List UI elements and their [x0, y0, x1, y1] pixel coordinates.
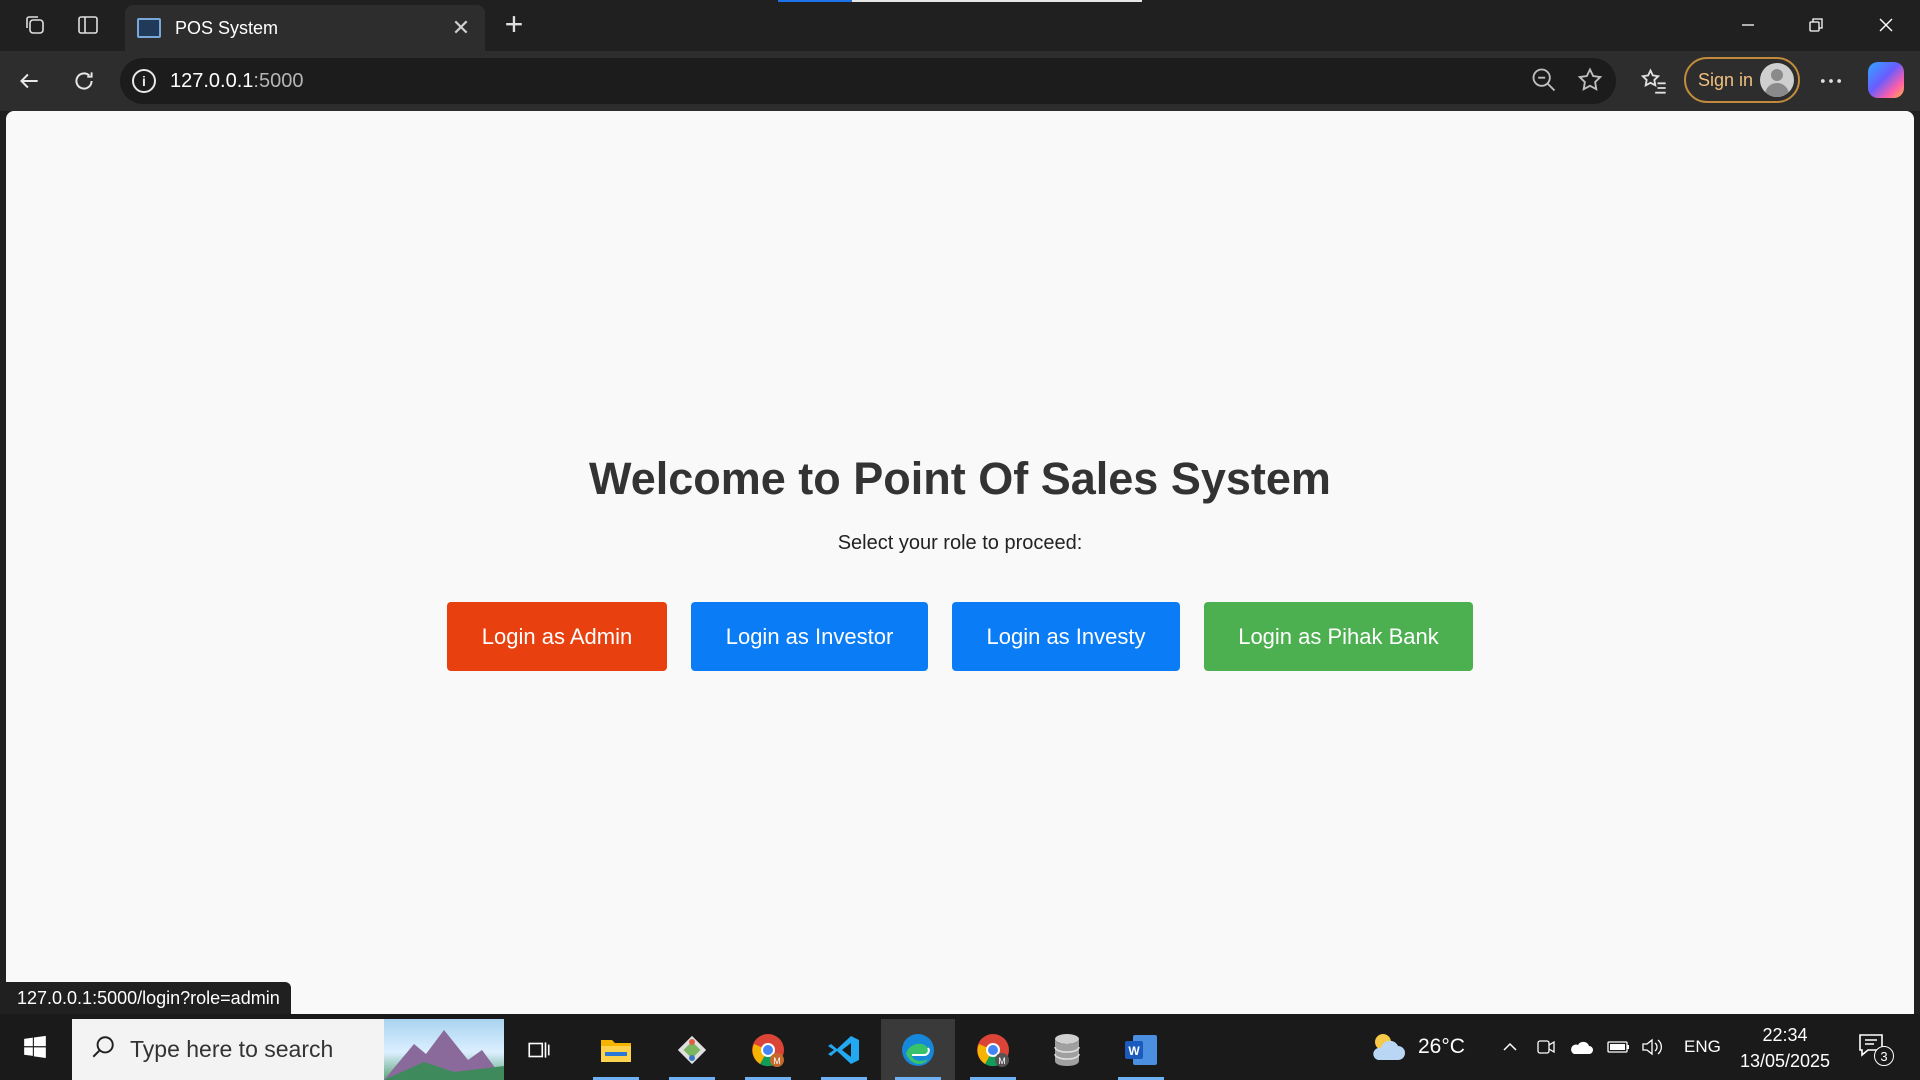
git-icon[interactable] [655, 1019, 729, 1080]
battery-icon[interactable] [1606, 1014, 1632, 1080]
url-host: 127.0.0.1 [170, 69, 254, 92]
svg-text:M: M [773, 1056, 781, 1066]
url-port: :5000 [253, 69, 304, 92]
restore-icon[interactable] [1786, 6, 1846, 44]
login-investy-button[interactable]: Login as Investy [952, 602, 1180, 671]
browser-tab-strip: POS System ✕ + [0, 0, 1920, 51]
minimize-icon[interactable] [1718, 6, 1778, 44]
svg-text:M: M [998, 1056, 1006, 1066]
page-subtitle: Select your role to proceed: [837, 532, 1083, 554]
close-tab-icon[interactable]: ✕ [449, 15, 473, 41]
weather-temperature: 26°C [1418, 1035, 1465, 1058]
close-window-icon[interactable] [1856, 6, 1916, 44]
address-bar[interactable]: i 127.0.0.1:5000 [120, 58, 1616, 104]
input-language[interactable]: ENG [1684, 1014, 1721, 1080]
volume-icon[interactable] [1640, 1014, 1664, 1080]
sign-in-button[interactable]: Sign in [1684, 57, 1800, 103]
edge-icon[interactable] [881, 1019, 955, 1080]
taskbar-search-box[interactable]: Type here to search [72, 1019, 504, 1080]
show-hidden-icons-chevron-icon[interactable] [1500, 1014, 1520, 1080]
svg-text:W: W [1128, 1044, 1140, 1058]
login-admin-button[interactable]: Login as Admin [447, 602, 667, 671]
notification-center-icon[interactable]: 3 [1856, 1030, 1894, 1066]
login-investor-button[interactable]: Login as Investor [691, 602, 928, 671]
vscode-icon[interactable] [807, 1019, 881, 1080]
favorites-list-icon[interactable] [1634, 61, 1674, 101]
search-highlight-scenery-icon [384, 1019, 504, 1080]
meet-now-icon[interactable] [1535, 1014, 1557, 1080]
file-explorer-icon[interactable] [579, 1019, 653, 1080]
site-info-icon[interactable]: i [132, 69, 156, 93]
system-clock[interactable]: 22:34 13/05/2025 [1730, 1022, 1840, 1074]
page-title: Welcome to Point Of Sales System [589, 453, 1331, 504]
back-arrow-icon[interactable] [9, 61, 49, 101]
refresh-icon[interactable] [64, 61, 104, 101]
page-viewport: Welcome to Point Of Sales System Select … [6, 111, 1914, 1014]
weather-cloud-moon-icon [1373, 1034, 1405, 1060]
terminal-favicon-icon [137, 18, 161, 38]
zoom-out-icon[interactable] [1530, 66, 1558, 99]
notification-count-badge: 3 [1874, 1046, 1894, 1066]
clock-time: 22:34 [1762, 1025, 1808, 1045]
new-tab-icon[interactable]: + [496, 6, 532, 43]
link-status-bar: 127.0.0.1:5000/login?role=admin [6, 982, 291, 1014]
chrome-icon[interactable]: M [731, 1019, 805, 1080]
word-icon[interactable]: W [1104, 1019, 1178, 1080]
sign-in-label: Sign in [1698, 69, 1754, 90]
tab-pos-system[interactable]: POS System ✕ [125, 5, 485, 51]
onedrive-cloud-icon[interactable] [1568, 1014, 1594, 1080]
workspaces-icon[interactable] [17, 8, 53, 42]
search-placeholder: Type here to search [130, 1036, 334, 1062]
more-options-icon[interactable] [1811, 61, 1851, 101]
tab-title: POS System [175, 17, 279, 38]
clock-date: 13/05/2025 [1739, 1051, 1831, 1071]
weather-widget[interactable]: 26°C [1368, 1014, 1465, 1080]
address-url[interactable]: 127.0.0.1:5000 [170, 70, 303, 93]
task-view-icon[interactable] [502, 1019, 576, 1080]
database-icon[interactable] [1030, 1019, 1104, 1080]
profile-avatar-icon [1760, 63, 1794, 97]
loading-bar-progress [778, 0, 852, 2]
windows-start-icon[interactable] [0, 1014, 70, 1080]
favorite-star-icon[interactable] [1576, 66, 1604, 99]
copilot-icon[interactable] [1868, 62, 1904, 98]
vertical-tabs-icon[interactable] [70, 8, 106, 42]
windows-taskbar: Type here to search M M W 26°C ENG 22:34… [0, 1014, 1920, 1080]
login-pihak-bank-button[interactable]: Login as Pihak Bank [1204, 602, 1473, 671]
role-button-group: Login as Admin Login as Investor Login a… [447, 602, 1473, 671]
chrome-profile-icon[interactable]: M [956, 1019, 1030, 1080]
browser-toolbar: i 127.0.0.1:5000 Sign in [0, 51, 1920, 111]
search-icon [90, 1034, 116, 1065]
